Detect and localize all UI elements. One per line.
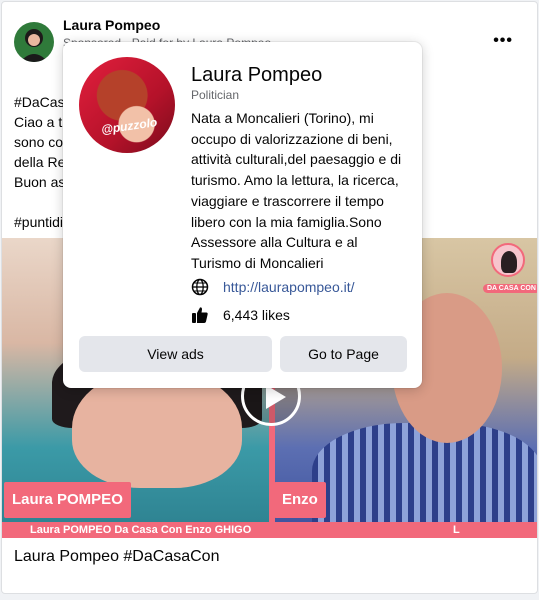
more-options-button[interactable]: •••	[493, 32, 513, 50]
logo-portrait-icon	[491, 243, 525, 277]
page-bio: Nata a Moncalieri (Torino), mi occupo di…	[191, 108, 411, 274]
page-hovercard: @puzzolo Laura Pompeo Politician Nata a …	[63, 42, 422, 388]
page-profile-picture[interactable]: @puzzolo	[79, 57, 175, 153]
right-name-tag: Enzo	[274, 482, 326, 518]
video-ticker: Laura POMPEO Da Casa Con Enzo GHIGO L	[2, 522, 537, 538]
thumbs-up-icon	[192, 307, 208, 323]
man-shirt	[312, 423, 537, 538]
author-avatar[interactable]	[14, 22, 54, 62]
bio-line: occupo di valorizzazione di beni,	[191, 130, 393, 147]
go-to-page-button[interactable]: Go to Page	[280, 336, 407, 372]
page-category: Politician	[191, 88, 240, 102]
bio-line: viaggiare e trascorrere il tempo	[191, 192, 384, 209]
bio-line: turismo. Amo la lettura, la ricerca,	[191, 172, 399, 189]
bio-line: Turismo di Moncalieri	[191, 254, 324, 271]
bio-line: Assessore alla Cultura e al	[191, 234, 358, 251]
globe-icon	[191, 278, 209, 296]
likes-count: 6,443 likes	[223, 307, 290, 323]
left-name-tag: Laura POMPEO	[4, 482, 131, 518]
da-casa-con-logo: DA CASA CON	[483, 243, 537, 293]
author-name[interactable]: Laura Pompeo	[63, 17, 160, 33]
bio-line: libero con la mia famiglia.Sono	[191, 213, 382, 230]
view-ads-button[interactable]: View ads	[79, 336, 272, 372]
author-avatar-image	[14, 22, 54, 62]
bio-line: Nata a Moncalieri (Torino), mi	[191, 110, 374, 126]
post-caption[interactable]: Laura Pompeo #DaCasaCon	[14, 548, 219, 566]
avatar-watermark: @puzzolo	[100, 115, 159, 137]
logo-text: DA CASA CON	[483, 284, 537, 293]
bio-line: attività culturali,del paesaggio e di	[191, 151, 402, 168]
play-icon	[266, 385, 286, 409]
website-link[interactable]: http://laurapompeo.it/	[223, 279, 355, 295]
page-name[interactable]: Laura Pompeo	[191, 64, 322, 87]
